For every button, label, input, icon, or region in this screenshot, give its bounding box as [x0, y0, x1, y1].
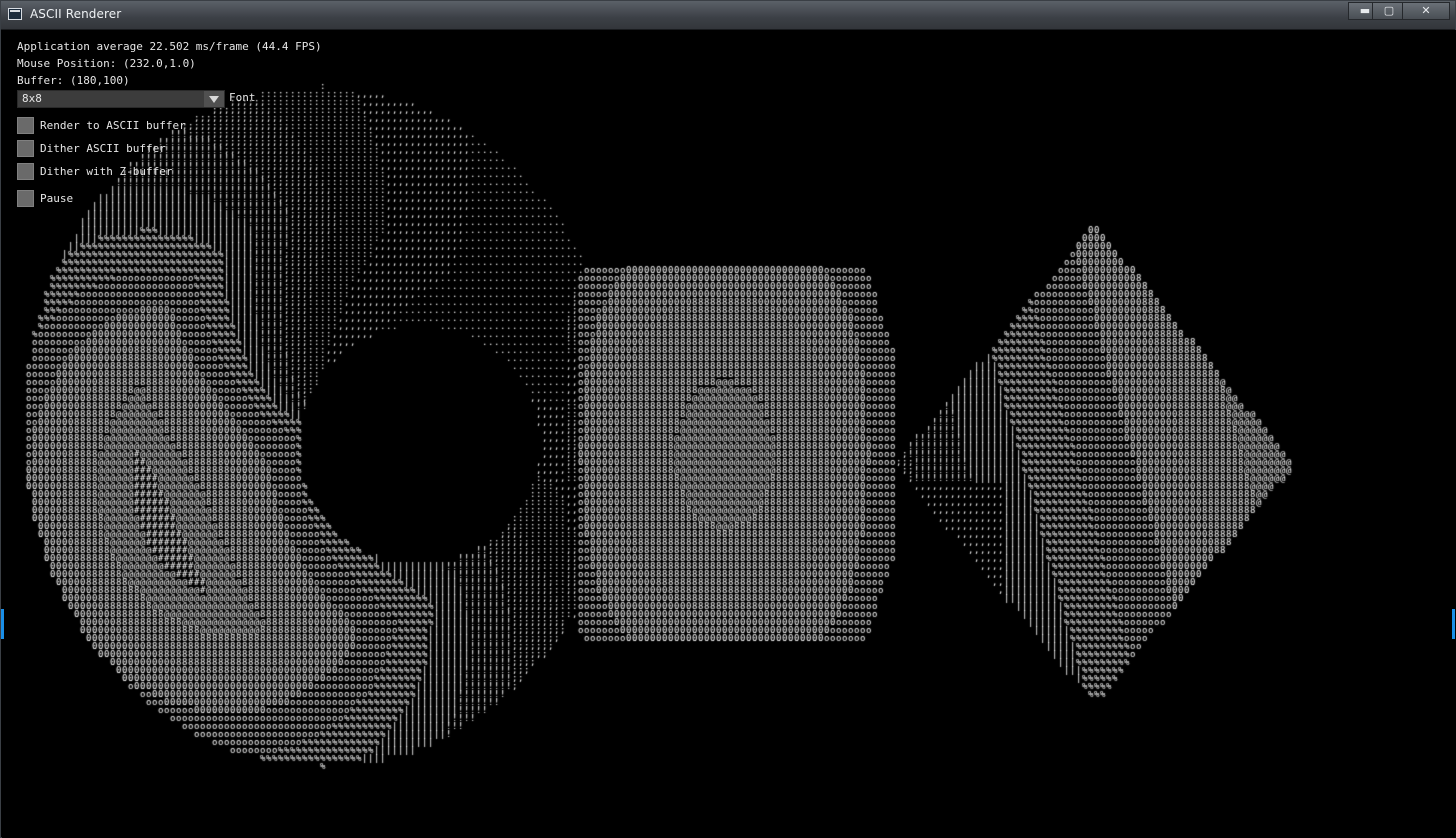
stats-overlay: Application average 22.502 ms/frame (44.… — [17, 38, 322, 89]
window-edge-glow-right — [1452, 609, 1455, 639]
title-bar[interactable]: ASCII Renderer ▬ ▢ ✕ — [1, 1, 1455, 30]
window-title: ASCII Renderer — [30, 7, 122, 21]
pause-label: Pause — [40, 192, 74, 205]
font-size-dropdown[interactable]: 8x8 — [17, 90, 225, 108]
app-icon — [8, 8, 22, 20]
pause-checkbox[interactable] — [17, 190, 34, 207]
app-window: ASCII Renderer ▬ ▢ ✕ Application average… — [0, 0, 1456, 838]
mouse-position-readout: Mouse Position: (232.0,1.0) — [17, 57, 196, 70]
buffer-size-readout: Buffer: (180,100) — [17, 74, 130, 87]
window-edge-glow-left — [1, 609, 4, 639]
maximize-button[interactable]: ▢ — [1372, 2, 1406, 20]
ascii-scene-canvas — [2, 30, 1456, 838]
render-to-ascii-label: Render to ASCII buffer — [40, 119, 186, 132]
dither-zbuffer-checkbox[interactable] — [17, 163, 34, 180]
font-size-value: 8x8 — [22, 92, 42, 105]
render-viewport[interactable]: Application average 22.502 ms/frame (44.… — [2, 30, 1456, 838]
font-dropdown-label: Font — [229, 91, 256, 104]
chevron-down-icon[interactable] — [204, 91, 224, 107]
dither-ascii-label: Dither ASCII buffer — [40, 142, 166, 155]
dither-zbuffer-label: Dither with Z-buffer — [40, 165, 173, 178]
render-to-ascii-checkbox[interactable] — [17, 117, 34, 134]
dither-ascii-checkbox[interactable] — [17, 140, 34, 157]
fps-readout: Application average 22.502 ms/frame (44.… — [17, 40, 322, 53]
close-button[interactable]: ✕ — [1402, 2, 1450, 20]
